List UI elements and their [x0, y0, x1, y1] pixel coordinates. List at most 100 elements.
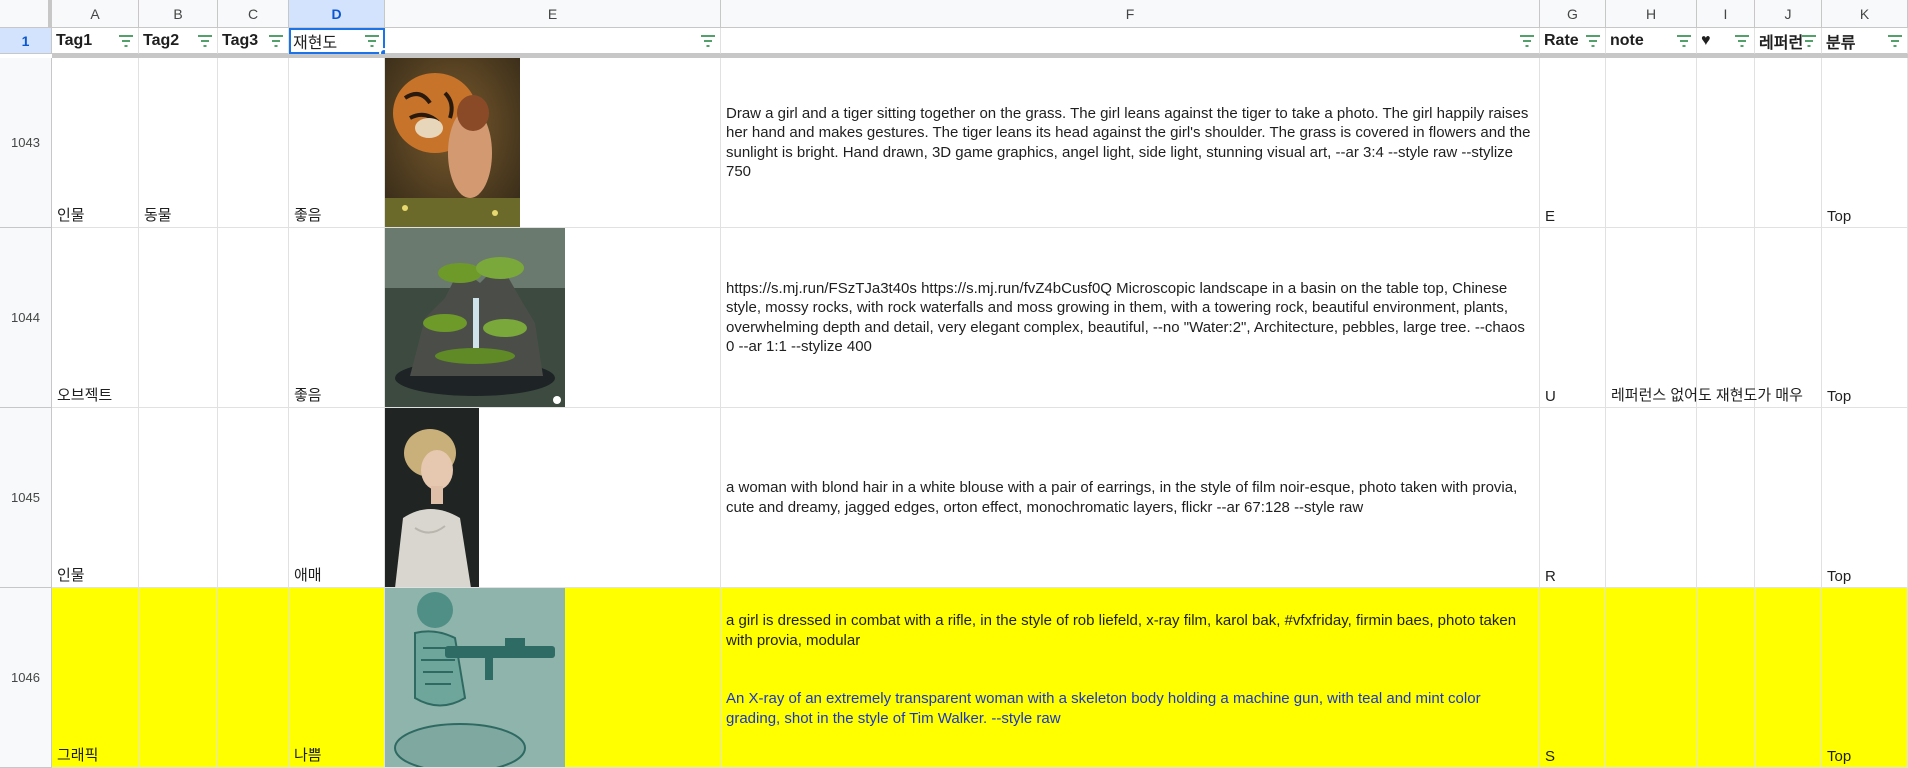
cell-category[interactable]: Top	[1822, 228, 1908, 408]
filter-icon[interactable]	[1887, 34, 1903, 48]
cell-image[interactable]	[385, 58, 721, 228]
header-cell-e[interactable]	[385, 28, 721, 54]
cell-tag1[interactable]: 오브젝트	[52, 228, 139, 408]
header-cell-tag1[interactable]: Tag1	[52, 28, 139, 54]
cell-tag2[interactable]	[139, 408, 218, 588]
select-all-corner[interactable]	[0, 0, 52, 28]
prompt-text: a girl is dressed in combat with a rifle…	[726, 612, 1517, 649]
cell-note[interactable]	[1606, 58, 1697, 228]
cell-rate[interactable]: R	[1540, 408, 1606, 588]
header-label: Rate	[1544, 31, 1579, 49]
cell-prompt[interactable]: Draw a girl and a tiger sitting together…	[721, 58, 1540, 228]
filter-icon[interactable]	[364, 34, 380, 48]
cell-note[interactable]	[1606, 408, 1697, 588]
cell-category[interactable]: Top	[1822, 58, 1908, 228]
header-label: ♥	[1701, 31, 1711, 49]
miniature-landscape-image	[385, 228, 565, 407]
cell-reference[interactable]	[1755, 588, 1822, 768]
cell-prompt[interactable]: a woman with blond hair in a white blous…	[721, 408, 1540, 588]
header-label: Tag1	[56, 31, 93, 49]
cell-tag3[interactable]	[218, 408, 289, 588]
cell-tag2[interactable]	[139, 228, 218, 408]
cell-heart[interactable]	[1697, 588, 1755, 768]
header-label: 재현도	[293, 34, 338, 52]
column-header-h[interactable]: H	[1606, 0, 1697, 28]
cell-note[interactable]	[1606, 588, 1697, 768]
header-cell-tag2[interactable]: Tag2	[139, 28, 218, 54]
column-header-b[interactable]: B	[139, 0, 218, 28]
cell-image[interactable]	[385, 228, 721, 408]
header-cell-f[interactable]	[721, 28, 1540, 54]
header-label: 레퍼런	[1759, 34, 1804, 52]
cell-reference[interactable]	[1755, 58, 1822, 228]
column-header-c[interactable]: C	[218, 0, 289, 28]
row-header-1043[interactable]: 1043	[0, 58, 52, 228]
filter-icon[interactable]	[118, 34, 134, 48]
cell-prompt[interactable]: a girl is dressed in combat with a rifle…	[721, 588, 1540, 768]
cell-rate[interactable]: E	[1540, 58, 1606, 228]
row-header-1[interactable]: 1	[0, 28, 52, 54]
cell-tag2[interactable]: 동물	[139, 58, 218, 228]
filter-icon[interactable]	[1801, 34, 1817, 48]
cell-reference[interactable]	[1755, 408, 1822, 588]
cell-reproducibility[interactable]: 나쁨	[289, 588, 385, 768]
xray-skeleton-image	[385, 588, 565, 767]
column-header-a[interactable]: A	[52, 0, 139, 28]
filter-icon[interactable]	[1519, 34, 1535, 48]
cell-reproducibility[interactable]: 좋음	[289, 58, 385, 228]
column-header-f[interactable]: F	[721, 0, 1540, 28]
cell-tag1[interactable]: 인물	[52, 58, 139, 228]
filter-icon[interactable]	[1734, 34, 1750, 48]
cell-note[interactable]: 레퍼런스 없어도 재현도가 매우	[1606, 228, 1803, 408]
filter-icon[interactable]	[1585, 34, 1601, 48]
column-header-i[interactable]: I	[1697, 0, 1755, 28]
filter-icon[interactable]	[268, 34, 284, 48]
row-header-1046[interactable]: 1046	[0, 588, 52, 768]
filter-icon[interactable]	[197, 34, 213, 48]
cell-category[interactable]: Top	[1822, 408, 1908, 588]
cell-heart[interactable]	[1697, 408, 1755, 588]
cell-heart[interactable]	[1697, 228, 1755, 408]
cell-reproducibility[interactable]: 애매	[289, 408, 385, 588]
prompt-extra-text: An X-ray of an extremely transparent wom…	[726, 690, 1481, 727]
prompt-text: Draw a girl and a tiger sitting together…	[726, 104, 1531, 181]
prompt-text: a woman with blond hair in a white blous…	[726, 479, 1518, 516]
cell-tag1[interactable]: 그래픽	[52, 588, 139, 768]
header-cell-rate[interactable]: Rate	[1540, 28, 1606, 54]
cell-rate[interactable]: S	[1540, 588, 1606, 768]
cell-tag2[interactable]	[139, 588, 218, 768]
header-cell-category[interactable]: 분류	[1822, 28, 1908, 54]
header-label: Tag3	[222, 31, 259, 49]
girl-and-tiger-image	[385, 58, 520, 227]
header-cell-tag3[interactable]: Tag3	[218, 28, 289, 54]
cell-tag3[interactable]	[218, 58, 289, 228]
filter-icon[interactable]	[700, 34, 716, 48]
cell-prompt[interactable]: https://s.mj.run/FSzTJa3t40s https://s.m…	[721, 228, 1540, 408]
cell-tag1[interactable]: 인물	[52, 408, 139, 588]
cell-tag3[interactable]	[218, 228, 289, 408]
cell-tag3[interactable]	[218, 588, 289, 768]
header-cell-reference[interactable]: 레퍼런	[1755, 28, 1822, 54]
column-header-d[interactable]: D	[289, 0, 385, 28]
column-header-g[interactable]: G	[1540, 0, 1606, 28]
prompt-text: https://s.mj.run/FSzTJa3t40s https://s.m…	[726, 279, 1525, 356]
cell-image[interactable]	[385, 408, 721, 588]
header-cell-reproducibility[interactable]: 재현도	[289, 28, 385, 54]
filter-icon[interactable]	[1676, 34, 1692, 48]
header-cell-note[interactable]: note	[1606, 28, 1697, 54]
cell-category[interactable]: Top	[1822, 588, 1908, 768]
column-header-e[interactable]: E	[385, 0, 721, 28]
row-header-1045[interactable]: 1045	[0, 408, 52, 588]
cell-rate[interactable]: U	[1540, 228, 1606, 408]
header-label: Tag2	[143, 31, 180, 49]
cell-reference[interactable]	[1755, 228, 1822, 408]
column-header-j[interactable]: J	[1755, 0, 1822, 28]
row-header-1044[interactable]: 1044	[0, 228, 52, 408]
cell-image[interactable]	[385, 588, 721, 768]
cell-heart[interactable]	[1697, 58, 1755, 228]
header-label: 분류	[1826, 34, 1856, 52]
cell-reproducibility[interactable]: 좋음	[289, 228, 385, 408]
header-cell-heart[interactable]: ♥	[1697, 28, 1755, 54]
column-header-k[interactable]: K	[1822, 0, 1908, 28]
